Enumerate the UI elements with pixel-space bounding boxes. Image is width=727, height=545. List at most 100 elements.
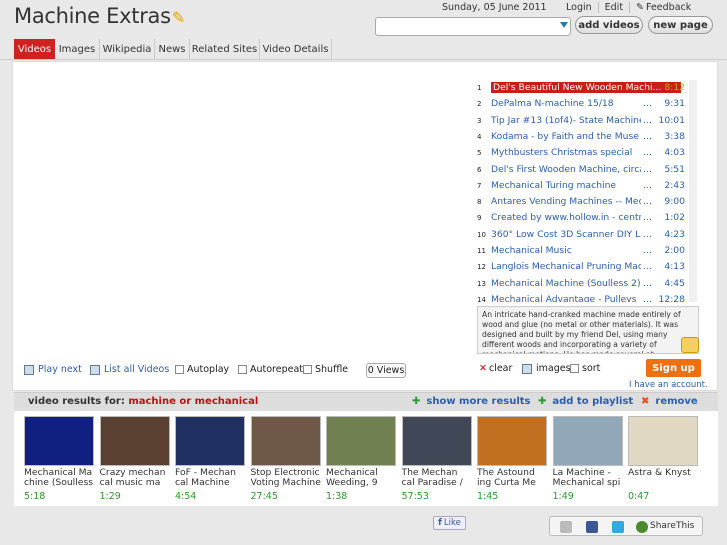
login-link[interactable]: Login (560, 2, 598, 13)
play-next-icon (24, 364, 34, 375)
search-input[interactable] (375, 17, 571, 36)
sort-button[interactable]: sort (570, 363, 600, 374)
clear-button[interactable]: ✕ clear (479, 363, 512, 374)
autoplay-checkbox[interactable]: Autoplay (175, 364, 229, 375)
video-duration: 1:45 (477, 491, 499, 502)
playlist-item-more: ... (643, 179, 652, 191)
shuffle-checkbox[interactable]: Shuffle (303, 364, 348, 375)
playlist-scrollbar[interactable] (689, 80, 697, 302)
video-thumbnail[interactable] (552, 416, 623, 466)
video-thumbnail[interactable] (250, 416, 321, 466)
tab-images[interactable]: Images (55, 39, 100, 59)
video-result[interactable]: Astra & Knyst 0:47 (628, 416, 700, 508)
envelope-icon[interactable] (681, 337, 699, 353)
video-thumbnail[interactable] (326, 416, 396, 466)
playlist-item[interactable]: 10 360° Low Cost 3D Scanner DIY Las......… (477, 227, 687, 243)
video-result[interactable]: Crazy mechan cal music ma 1:29 (99, 416, 172, 508)
play-next-button[interactable]: Play next (24, 364, 82, 375)
video-title[interactable]: Mechanical Ma chine (Soulless (24, 468, 96, 488)
video-title[interactable]: Astra & Knyst (628, 468, 700, 488)
playlist-item-duration: 1:02 (664, 212, 685, 224)
playlist-item[interactable]: 4 Kodama - by Faith and the Muse (A......… (477, 129, 687, 145)
account-link[interactable]: I have an account. (629, 380, 708, 390)
playlist-item-duration: 5:51 (664, 163, 685, 175)
clear-icon: ✕ (479, 363, 487, 374)
images-button[interactable]: images (522, 363, 571, 374)
playlist-item[interactable]: 8 Antares Vending Machines -- Mech...... 9… (477, 194, 687, 210)
sharethis-icon[interactable] (636, 521, 648, 533)
results-bar: video results for: machine or mechanical… (14, 392, 718, 411)
playlist-item-title: Mechanical Music (491, 245, 572, 256)
site-logo[interactable]: Machine Extras✎ (14, 4, 185, 28)
playlist-item-title: Del's Beautiful New Wooden Machi... (491, 82, 681, 93)
playlist-item-title: Antares Vending Machines -- Mech... (491, 196, 641, 208)
search-dropdown-icon[interactable] (560, 22, 568, 28)
video-result[interactable]: Mechanical Ma chine (Soulless 5:18 (24, 416, 96, 508)
tab-related-sites[interactable]: Related Sites (190, 39, 260, 59)
autorepeat-checkbox[interactable]: Autorepeat (238, 364, 303, 375)
tab-video-details[interactable]: Video Details (260, 39, 332, 59)
playlist-item[interactable]: 5 Mythbusters Christmas special... 4:03 (477, 145, 687, 161)
show-more-results-button[interactable]: ✚ show more results (412, 396, 530, 407)
pencil-icon: ✎ (171, 8, 185, 27)
playlist-item[interactable]: 12 Langlois Mechanical Pruning Mach......… (477, 259, 687, 275)
video-duration: 4:54 (175, 491, 197, 502)
tab-videos[interactable]: Videos (14, 39, 55, 59)
video-title[interactable]: La Machine - Mechanical spi (553, 468, 625, 488)
remove-icon: ✖ (641, 396, 650, 407)
video-result[interactable]: The Mechan cal Paradise / 57:53 (401, 416, 474, 508)
video-thumbnail[interactable] (99, 416, 170, 466)
video-title[interactable]: The Mechan cal Paradise / (402, 468, 474, 488)
new-page-button[interactable]: new page (648, 16, 713, 34)
playlist-item-number: 1 (477, 84, 482, 92)
playlist-item-duration: 2:00 (664, 245, 685, 256)
video-thumbnail[interactable] (628, 416, 698, 466)
video-duration: 1:38 (326, 491, 348, 502)
tab-wikipedia[interactable]: Wikipedia (100, 39, 155, 59)
playlist-item[interactable]: 11 Mechanical Music... 2:00 (477, 243, 687, 259)
tab-news[interactable]: News (155, 39, 190, 59)
playlist-item[interactable]: 3 Tip Jar #13 (1of4)- State Machines.....… (477, 113, 687, 129)
list-all-videos-button[interactable]: List all Videos (90, 364, 169, 375)
video-thumbnail[interactable] (175, 416, 245, 466)
playlist-item[interactable]: 1 Del's Beautiful New Wooden Machi... 8:12 (477, 80, 687, 96)
add-to-playlist-button[interactable]: ✚ add to playlist (538, 396, 633, 407)
video-duration: 0:47 (628, 491, 650, 502)
video-result[interactable]: The Astound ing Curta Me 1:45 (477, 416, 549, 508)
playlist-item[interactable]: 14 Mechanical Advantage - Pulleys... 12:28 (477, 292, 687, 302)
video-title[interactable]: FoF - Mechan cal Machine (175, 468, 247, 488)
sign-up-button[interactable]: Sign up (646, 359, 701, 377)
playlist-item[interactable]: 2 DePalma N-machine 15/18... 9:31 (477, 96, 687, 112)
playlist-item-more: ... (643, 147, 652, 159)
video-title[interactable]: Stop Electronic Voting Machine (251, 468, 323, 488)
video-result[interactable]: La Machine - Mechanical spi 1:49 (552, 416, 625, 508)
playlist-item[interactable]: 6 Del's First Wooden Machine, circa 1....… (477, 162, 687, 178)
twitter-share-icon[interactable] (612, 521, 624, 533)
playlist-item[interactable]: 13 Mechanical Machine (Soulless 2) (L....… (477, 276, 687, 292)
facebook-like-button[interactable]: f Like (433, 516, 466, 530)
video-result[interactable]: Stop Electronic Voting Machine 27:45 (250, 416, 323, 508)
video-title[interactable]: The Astound ing Curta Me (477, 468, 549, 488)
top-links: Login Edit ✎ Feedback (560, 2, 697, 13)
video-thumbnail[interactable] (477, 416, 547, 466)
video-title[interactable]: Mechanical Weeding, 9 (326, 468, 398, 488)
playlist-item-duration: 9:00 (664, 196, 685, 208)
top-bar: Machine Extras✎ Sunday, 05 June 2011 Log… (0, 0, 727, 38)
video-result[interactable]: FoF - Mechan cal Machine 4:54 (175, 416, 247, 508)
playlist-item[interactable]: 9 Created by www.hollow.in - centrifu....… (477, 210, 687, 226)
plus-icon: ✚ (412, 396, 421, 407)
remove-button[interactable]: ✖ remove (641, 396, 698, 407)
playlist-item-more: ... (643, 212, 652, 224)
video-thumbnail[interactable] (24, 416, 94, 466)
add-videos-button[interactable]: add videos (575, 16, 643, 34)
playlist-item[interactable]: 7 Mechanical Turing machine... 2:43 (477, 178, 687, 194)
playlist-item-more: ... (643, 114, 652, 126)
sharethis-label[interactable]: ShareThis (650, 521, 694, 531)
video-result[interactable]: Mechanical Weeding, 9 1:38 (326, 416, 398, 508)
feedback-link[interactable]: ✎ Feedback (629, 2, 697, 13)
video-thumbnail[interactable] (401, 416, 472, 466)
edit-link[interactable]: Edit (597, 2, 629, 13)
facebook-share-icon[interactable] (586, 521, 598, 533)
video-title[interactable]: Crazy mechan cal music ma (100, 468, 172, 488)
email-share-icon[interactable] (560, 521, 572, 533)
